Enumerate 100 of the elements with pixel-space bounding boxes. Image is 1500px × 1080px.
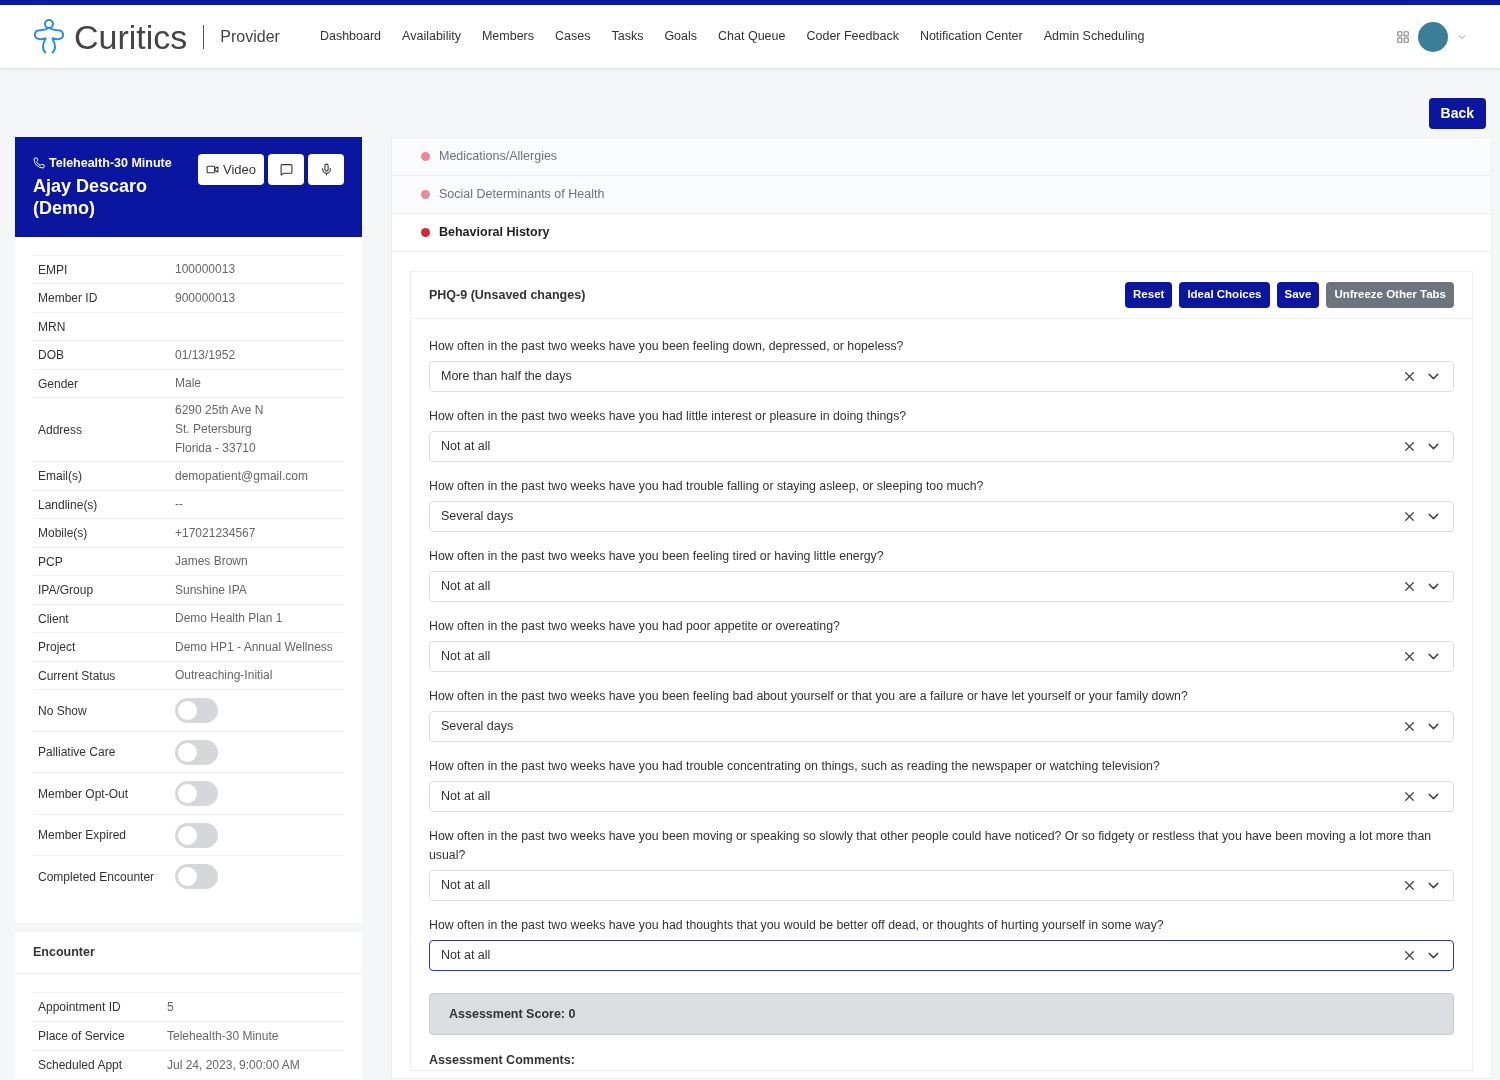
toggle-switch[interactable] bbox=[175, 864, 218, 889]
form-action-button[interactable]: Save bbox=[1276, 282, 1320, 308]
clear-icon[interactable] bbox=[1402, 878, 1417, 893]
video-button[interactable]: Video bbox=[198, 154, 264, 185]
chat-button[interactable] bbox=[268, 154, 304, 185]
form-action-button[interactable]: Unfreeze Other Tabs bbox=[1326, 282, 1454, 308]
question-text: How often in the past two weeks have you been moving or speaking so slowly that other people could have noticed? Or so fidgety or restless that you have been moving a lot more than usual? bbox=[429, 828, 1433, 864]
field-label: DOB bbox=[38, 347, 65, 364]
question-text: How often in the past two weeks have you had little interest or pleasure in doing things? bbox=[429, 408, 908, 425]
answer-select[interactable]: Not at all bbox=[429, 870, 1454, 901]
chat-icon bbox=[279, 163, 293, 176]
nav-link[interactable]: Goals bbox=[664, 27, 698, 46]
member-name: Ajay Descaro (Demo) bbox=[33, 174, 149, 219]
field-value: Male bbox=[175, 375, 201, 392]
field-label: Address bbox=[38, 421, 84, 439]
section-tab[interactable]: Social Determinants of Health bbox=[392, 176, 1491, 214]
question-text: How often in the past two weeks have you had trouble falling or staying asleep, or sleeping too much? bbox=[429, 478, 985, 495]
toggle-switch[interactable] bbox=[175, 739, 218, 765]
question-text: How often in the past two weeks have you had trouble concentrating on things, such as reading the newspaper or watching television? bbox=[429, 758, 1161, 775]
answer-select[interactable]: Not at all bbox=[429, 431, 1454, 462]
back-button[interactable]: Back bbox=[1428, 98, 1486, 129]
field-label: Appointment ID bbox=[38, 998, 122, 1016]
answer-select[interactable]: Not at all bbox=[429, 571, 1454, 602]
card-title: Encounter bbox=[33, 944, 95, 959]
field-label: Project bbox=[38, 639, 77, 656]
toggle-switch[interactable] bbox=[175, 781, 218, 806]
user-avatar[interactable] bbox=[1418, 21, 1448, 52]
field-value: 6290 25th Ave N bbox=[175, 402, 264, 420]
field-label: Client bbox=[38, 610, 70, 628]
toggle-switch[interactable] bbox=[175, 698, 218, 723]
field-value: Outreaching-Initial bbox=[175, 667, 273, 684]
field-label: Place of Service bbox=[38, 1027, 126, 1045]
form-title: PHQ-9 (Unsaved changes) bbox=[429, 286, 586, 304]
nav-link[interactable]: Cases bbox=[555, 27, 591, 46]
brand-name: Curitics bbox=[74, 19, 188, 54]
microphone-icon bbox=[319, 163, 333, 176]
field-label: Scheduled Appt bbox=[38, 1056, 124, 1074]
toggle-label: Palliative Care bbox=[38, 744, 117, 761]
field-label: MRN bbox=[38, 318, 67, 336]
field-value: Telehealth-30 Minute bbox=[167, 1027, 279, 1045]
field-value: 5 bbox=[167, 998, 174, 1016]
question-text: How often in the past two weeks have you had thoughts that you would be better off dead, or thoughts of hurting yourself in some way? bbox=[429, 917, 1165, 934]
field-value: demopatient@gmail.com bbox=[175, 467, 308, 485]
nav-link[interactable]: Availability bbox=[402, 27, 461, 46]
question-text: How often in the past two weeks have you been feeling tired or having little energy? bbox=[429, 548, 885, 565]
field-label: Email(s) bbox=[38, 468, 83, 485]
nav-link[interactable]: Tasks bbox=[611, 27, 644, 46]
clear-icon[interactable] bbox=[1402, 509, 1417, 524]
field-label: Current Status bbox=[38, 667, 117, 685]
toggle-label: Member Expired bbox=[38, 827, 128, 844]
nav-link[interactable]: Notification Center bbox=[919, 27, 1023, 46]
answer-select[interactable]: Not at all bbox=[429, 641, 1454, 672]
nav-link[interactable]: Admin Scheduling bbox=[1043, 27, 1145, 46]
field-label: Member ID bbox=[38, 290, 99, 307]
field-value: -- bbox=[175, 496, 183, 513]
clear-icon[interactable] bbox=[1402, 369, 1417, 384]
clear-icon[interactable] bbox=[1402, 789, 1417, 804]
question-text: How often in the past two weeks have you been feeling down, depressed, or hopeless? bbox=[429, 338, 905, 355]
field-value: 01/13/1952 bbox=[175, 346, 236, 364]
answer-select[interactable]: Several days bbox=[429, 711, 1454, 742]
clear-icon[interactable] bbox=[1402, 649, 1417, 664]
section-tab[interactable]: Medications/Allergies bbox=[392, 138, 1491, 176]
field-value: James Brown bbox=[175, 553, 248, 570]
answer-select[interactable]: Several days bbox=[429, 501, 1454, 532]
clear-icon[interactable] bbox=[1402, 719, 1417, 734]
question-text: How often in the past two weeks have you been feeling bad about yourself or that you are a failure or have let yourself or your family down? bbox=[429, 688, 1189, 705]
nav-link[interactable]: Members bbox=[481, 27, 534, 46]
field-value: Jul 24, 2023, 9:00:00 AM bbox=[167, 1056, 300, 1074]
field-value: Demo Health Plan 1 bbox=[175, 610, 283, 627]
clear-icon[interactable] bbox=[1402, 439, 1417, 454]
field-value: St. Petersburg bbox=[175, 421, 253, 439]
nav-link[interactable]: Coder Feedback bbox=[806, 27, 899, 46]
video-camera-icon bbox=[206, 163, 219, 176]
field-label: Landline(s) bbox=[38, 496, 99, 514]
field-value: +17021234567 bbox=[175, 524, 256, 542]
visit-type: Telehealth-30 Minute bbox=[49, 155, 172, 172]
nav-link[interactable]: Dashboard bbox=[319, 27, 382, 46]
answer-select[interactable]: Not at all bbox=[429, 940, 1454, 971]
field-label: Gender bbox=[38, 375, 80, 393]
toggle-label: Completed Encounter bbox=[38, 868, 156, 886]
field-label: EMPI bbox=[38, 261, 69, 279]
field-label: PCP bbox=[38, 553, 64, 571]
apps-grid-icon[interactable] bbox=[1396, 29, 1410, 44]
clear-icon[interactable] bbox=[1402, 948, 1417, 963]
field-value: Demo HP1 - Annual Wellness bbox=[175, 638, 333, 656]
field-label: Mobile(s) bbox=[38, 525, 89, 542]
comments-label: Assessment Comments: bbox=[429, 1052, 576, 1069]
field-value: 900000013 bbox=[175, 289, 236, 307]
form-action-button[interactable]: Reset bbox=[1125, 282, 1173, 308]
microphone-button[interactable] bbox=[308, 154, 344, 185]
nav-link[interactable]: Chat Queue bbox=[718, 27, 786, 46]
toggle-label: No Show bbox=[38, 702, 88, 720]
answer-select[interactable]: Not at all bbox=[429, 781, 1454, 812]
toggle-switch[interactable] bbox=[175, 822, 218, 848]
clear-icon[interactable] bbox=[1402, 579, 1417, 594]
field-label: IPA/Group bbox=[38, 582, 95, 599]
toggle-label: Member Opt-Out bbox=[38, 785, 130, 803]
form-action-button[interactable]: Ideal Choices bbox=[1179, 282, 1270, 308]
field-value: 100000013 bbox=[175, 261, 236, 278]
answer-select[interactable]: More than half the days bbox=[429, 361, 1454, 392]
